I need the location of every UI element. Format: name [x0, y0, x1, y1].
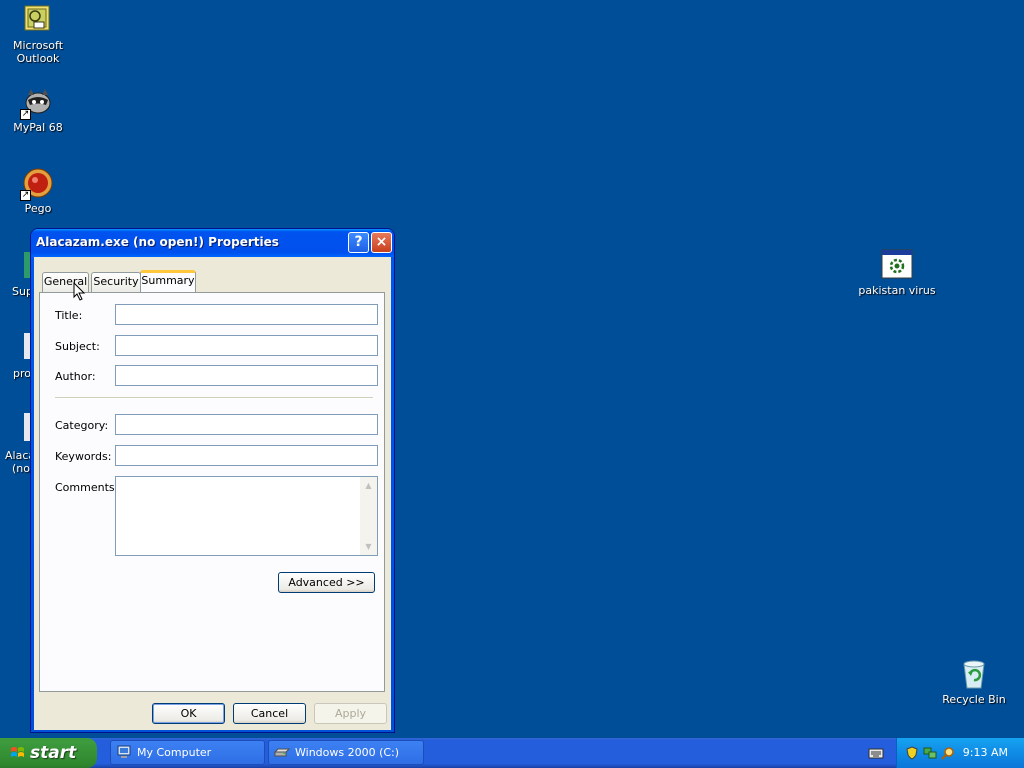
- scroll-up-icon[interactable]: ▲: [361, 478, 376, 493]
- start-button[interactable]: start: [0, 738, 97, 768]
- comments-scrollbar[interactable]: ▲ ▼: [360, 477, 377, 555]
- keywords-field[interactable]: [115, 445, 378, 466]
- desktop-icon-mypal[interactable]: ↗ MyPal 68: [0, 86, 76, 134]
- desktop-icon-label: Microsoft: [12, 39, 64, 52]
- desktop-icon-pakistan-virus[interactable]: pakistan virus: [858, 249, 936, 297]
- keywords-label: Keywords:: [55, 450, 112, 463]
- tab-label: Security: [93, 275, 139, 288]
- title-label: Title:: [55, 309, 83, 322]
- author-field[interactable]: [115, 365, 378, 386]
- cancel-button-label: Cancel: [250, 707, 289, 720]
- apply-button-label: Apply: [334, 707, 367, 720]
- desktop-icon-pego[interactable]: ↗ Pego: [0, 167, 76, 215]
- desktop-icon-label: pro: [13, 367, 31, 380]
- shortcut-arrow-icon: ↗: [20, 190, 31, 201]
- comments-label: Comments:: [55, 481, 119, 494]
- subject-field[interactable]: [115, 335, 378, 356]
- comments-field[interactable]: ▲ ▼: [115, 476, 378, 556]
- window-title: Alacazam.exe (no open!) Properties: [36, 235, 279, 249]
- taskbar-button-windows-2000[interactable]: Windows 2000 (C:): [268, 740, 424, 765]
- advanced-button[interactable]: Advanced >>: [278, 572, 375, 593]
- program-window-icon: [881, 249, 913, 281]
- desktop-icon-label: (no: [12, 462, 30, 475]
- taskbar: start My Computer Windows 2000 (C:) 9:13…: [0, 738, 1024, 768]
- close-icon: ×: [375, 234, 388, 250]
- category-label: Category:: [55, 419, 109, 432]
- search-icon[interactable]: [941, 746, 955, 760]
- ok-button-label: OK: [180, 707, 197, 720]
- mouse-cursor-icon: [73, 282, 86, 301]
- outlook-icon: [22, 4, 54, 36]
- apply-button[interactable]: Apply: [314, 703, 387, 724]
- close-button[interactable]: ×: [371, 232, 392, 253]
- ok-button[interactable]: OK: [152, 703, 225, 724]
- shortcut-arrow-icon: ↗: [20, 109, 31, 120]
- dialog-client-area: General Security Summary Title: Subject:…: [34, 257, 391, 730]
- properties-window[interactable]: Alacazam.exe (no open!) Properties ? × G…: [30, 228, 395, 733]
- clock[interactable]: 9:13 AM: [963, 738, 1008, 768]
- taskbar-button-label: Windows 2000 (C:): [295, 746, 400, 759]
- taskbar-button-my-computer[interactable]: My Computer: [110, 740, 265, 765]
- tab-label: Summary: [141, 274, 195, 287]
- desktop-icon-label: Pego: [24, 202, 52, 215]
- subject-label: Subject:: [55, 340, 100, 353]
- security-shield-icon[interactable]: [905, 746, 919, 760]
- keyboard-icon[interactable]: [868, 746, 884, 760]
- system-tray: 9:13 AM: [896, 738, 1024, 768]
- raccoon-icon: ↗: [20, 86, 54, 120]
- drive-icon: [274, 748, 290, 757]
- title-field[interactable]: [115, 304, 378, 325]
- recycle-bin-icon: [958, 658, 990, 690]
- summary-tab-panel: Title: Subject: Author: Category: Keywor…: [39, 292, 385, 692]
- taskbar-button-label: My Computer: [137, 746, 212, 759]
- pego-icon: ↗: [20, 167, 54, 201]
- my-computer-icon: [117, 745, 131, 758]
- tab-security[interactable]: Security: [91, 272, 141, 292]
- desktop-icon-label: Outlook: [16, 52, 60, 65]
- help-icon: ?: [354, 234, 363, 250]
- start-label: start: [30, 743, 77, 763]
- advanced-button-label: Advanced >>: [288, 576, 365, 589]
- tab-summary[interactable]: Summary: [140, 270, 196, 292]
- author-label: Author:: [55, 370, 96, 383]
- desktop-icon-label: pakistan virus: [858, 284, 936, 297]
- window-titlebar[interactable]: Alacazam.exe (no open!) Properties ? ×: [31, 229, 394, 257]
- separator: [55, 397, 373, 399]
- network-icon[interactable]: [923, 746, 937, 760]
- category-field[interactable]: [115, 414, 378, 435]
- desktop-icon-label: MyPal 68: [13, 121, 63, 134]
- desktop-icon-recycle-bin[interactable]: Recycle Bin: [936, 658, 1012, 706]
- scroll-down-icon[interactable]: ▼: [361, 539, 376, 554]
- desktop-icon-label: Recycle Bin: [942, 693, 1006, 706]
- windows-logo-icon: [11, 747, 24, 757]
- cancel-button[interactable]: Cancel: [233, 703, 306, 724]
- desktop-icon-microsoft-outlook[interactable]: Microsoft Outlook: [0, 4, 76, 65]
- desktop-icon-partial[interactable]: pro: [13, 367, 31, 380]
- help-button[interactable]: ?: [348, 232, 369, 253]
